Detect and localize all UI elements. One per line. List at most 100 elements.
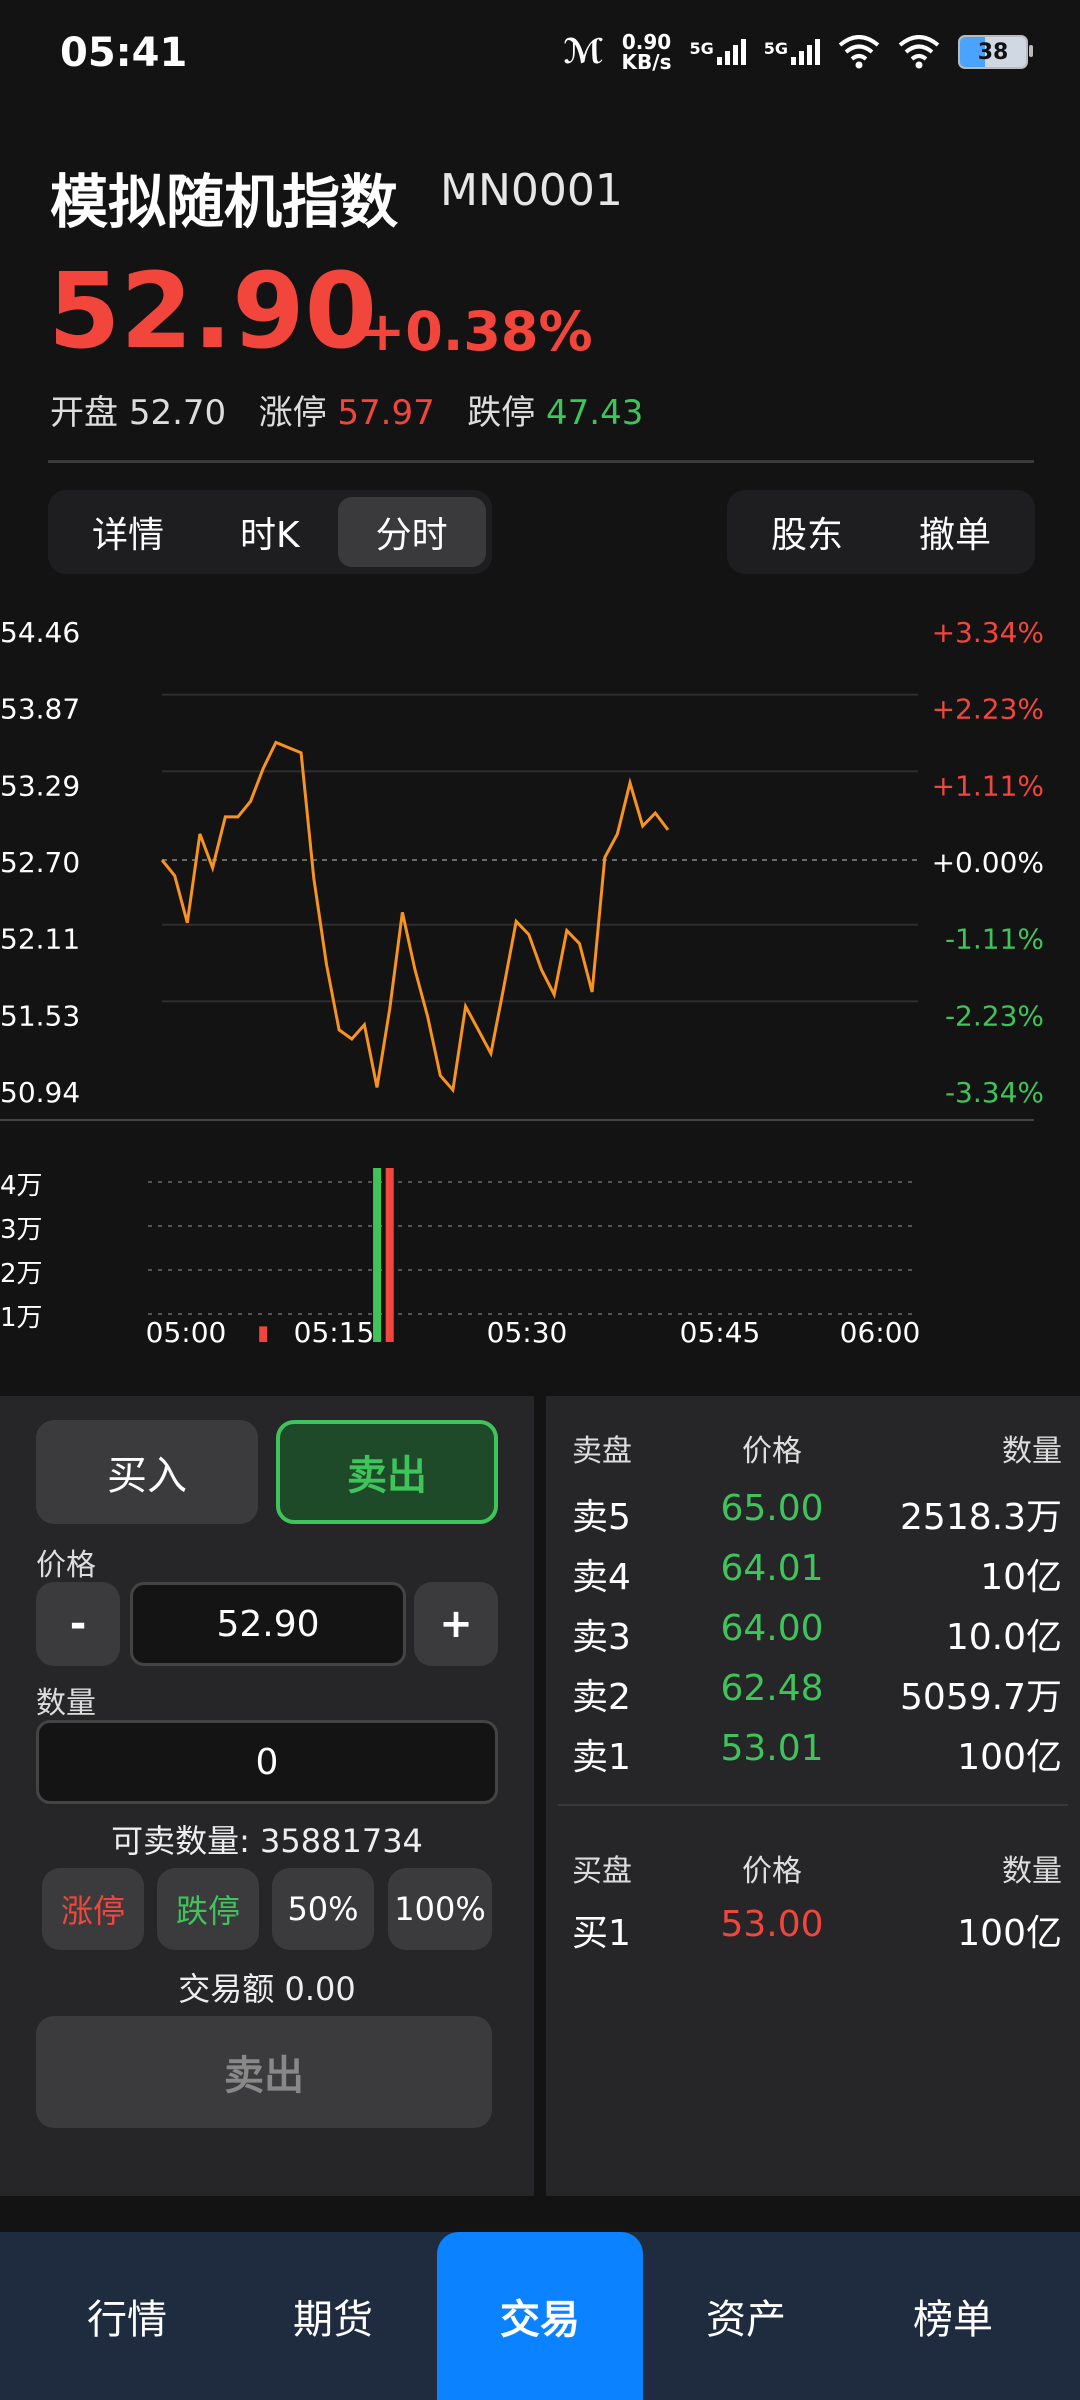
ask-label: 卖5 — [572, 1497, 631, 1538]
bid-price: 53.00 — [720, 1904, 824, 1945]
available-quantity: 可卖数量: 35881734 — [111, 1822, 423, 1860]
ask-row[interactable]: 卖1 53.01 100亿 — [572, 1728, 1062, 1788]
volume-bar — [385, 1168, 394, 1342]
time-axis-label: 05:45 — [680, 1316, 761, 1349]
trade-panel: 买入 卖出 价格 - 52.90 + 数量 0 可卖数量: 35881734 涨… — [0, 1396, 534, 2196]
change-percent: +0.38% — [360, 300, 593, 363]
volume-axis-label: 3万 — [0, 1215, 43, 1245]
ask-qty: 10亿 — [980, 1557, 1062, 1598]
instrument-code: MN0001 — [440, 165, 623, 216]
signal-icon: 5G — [689, 39, 746, 65]
open-value: 52.70 — [128, 393, 227, 433]
wifi-icon — [838, 35, 880, 69]
quick-limit-up-button[interactable]: 涨停 — [42, 1868, 144, 1950]
ask-row[interactable]: 卖2 62.48 5059.7万 — [572, 1668, 1062, 1728]
price-line — [160, 740, 670, 1094]
ask-price: 62.48 — [720, 1668, 824, 1709]
ask-label: 卖1 — [572, 1737, 631, 1778]
bid-row[interactable]: 买1 53.00 100亿 — [572, 1904, 1062, 1964]
ask-row[interactable]: 卖5 65.00 2518.3万 — [572, 1488, 1062, 1548]
ask-qty: 10.0亿 — [945, 1617, 1062, 1658]
nav-ranking[interactable]: 榜单 — [850, 2232, 1056, 2400]
quick-50-button[interactable]: 50% — [272, 1868, 374, 1950]
limit-up-value: 57.97 — [337, 393, 435, 433]
submit-sell-button[interactable]: 卖出 — [36, 2016, 492, 2128]
pct-axis-label: -2.23% — [945, 999, 1044, 1032]
battery-icon: 38 — [958, 35, 1033, 69]
price-axis-label: 50.94 — [0, 1076, 80, 1109]
volume-axis-label: 0.00 — [0, 1347, 58, 1350]
ask-row[interactable]: 卖3 64.00 10.0亿 — [572, 1608, 1062, 1668]
pct-axis-label: +0.00% — [932, 846, 1044, 879]
volume-axis-label: 4万 — [0, 1171, 43, 1201]
quantity-input[interactable]: 0 — [36, 1720, 498, 1804]
chart-tabs: 详情 时K 分时 — [48, 490, 492, 574]
app-logo-icon: ℳ — [563, 32, 604, 72]
tab-time-k[interactable]: 时K — [202, 497, 338, 567]
bid-label: 买1 — [572, 1913, 631, 1954]
ask-price: 64.00 — [720, 1608, 824, 1649]
limit-down-value: 47.43 — [546, 393, 644, 433]
trade-amount: 交易额 0.00 — [178, 1970, 356, 2008]
current-price: 52.90 — [48, 250, 377, 372]
status-bar: 05:41 ℳ 0.90 KB/s 5G 5G 38 — [0, 0, 1080, 110]
tab-intraday[interactable]: 分时 — [337, 497, 486, 567]
ask-qty: 100亿 — [957, 1737, 1062, 1778]
price-axis-label: 52.70 — [0, 846, 80, 879]
status-time: 05:41 — [60, 30, 188, 76]
ask-qty: 2518.3万 — [900, 1497, 1062, 1538]
price-increase-button[interactable]: + — [414, 1582, 498, 1666]
time-axis-label: 05:00 — [146, 1316, 227, 1349]
ask-label: 卖4 — [572, 1557, 631, 1598]
time-axis-label: 06:00 — [840, 1316, 921, 1349]
volume-axis-label: 2万 — [0, 1259, 43, 1289]
ask-price: 65.00 — [720, 1488, 824, 1529]
status-icons: ℳ 0.90 KB/s 5G 5G 38 — [563, 30, 1033, 74]
nav-trade[interactable]: 交易 — [437, 2232, 643, 2400]
price-axis-label: 53.87 — [0, 693, 80, 726]
tab-shareholders[interactable]: 股东 — [733, 497, 881, 567]
nav-futures[interactable]: 期货 — [230, 2232, 436, 2400]
pct-axis-label: +3.34% — [932, 616, 1044, 649]
net-speed: 0.90 KB/s — [621, 30, 672, 74]
time-axis-label: 05:30 — [487, 1316, 568, 1349]
orderbook-divider — [558, 1804, 1068, 1806]
pct-axis-label: -3.34% — [945, 1076, 1044, 1109]
price-meta: 开盘 52.70 涨停 57.97 跌停 47.43 — [50, 393, 644, 433]
nav-assets[interactable]: 资产 — [643, 2232, 849, 2400]
nav-market[interactable]: 行情 — [24, 2232, 230, 2400]
intraday-chart[interactable]: 54.46 +3.34% 53.87 +2.23% 53.29 +1.11% 52.70 +0… — [0, 590, 1080, 1350]
ask-row[interactable]: 卖4 64.01 10亿 — [572, 1548, 1062, 1608]
ask-price: 64.01 — [720, 1548, 824, 1589]
ask-label: 卖3 — [572, 1617, 631, 1658]
bid-qty: 100亿 — [957, 1913, 1062, 1954]
price-axis-label: 51.53 — [0, 999, 80, 1032]
ask-qty: 5059.7万 — [900, 1677, 1062, 1718]
tab-detail[interactable]: 详情 — [54, 497, 202, 567]
volume-axis-label: 1万 — [0, 1303, 43, 1333]
sell-tab-button[interactable]: 卖出 — [276, 1420, 498, 1524]
tab-cancel-order[interactable]: 撤单 — [881, 497, 1029, 567]
price-axis-label: 53.29 — [0, 769, 80, 802]
price-decrease-button[interactable]: - — [36, 1582, 120, 1666]
signal-icon-2: 5G — [764, 39, 820, 65]
ask-header: 卖盘 价格 数量 — [572, 1434, 1062, 1469]
order-book: 卖盘 价格 数量 卖5 65.00 2518.3万卖4 64.01 10亿卖3 64.00… — [546, 1396, 1080, 2196]
header-divider — [48, 460, 1034, 463]
bottom-nav: 行情 期货 交易 资产 榜单 — [0, 2232, 1080, 2400]
quick-limit-down-button[interactable]: 跌停 — [157, 1868, 259, 1950]
volume-bar — [259, 1326, 268, 1342]
quantity-label: 数量 — [36, 1686, 96, 1721]
price-label: 价格 — [36, 1548, 96, 1583]
buy-tab-button[interactable]: 买入 — [36, 1420, 258, 1524]
time-axis-label: 05:15 — [294, 1316, 375, 1349]
price-input[interactable]: 52.90 — [130, 1582, 406, 1666]
instrument-name: 模拟随机指数 — [50, 168, 399, 236]
pct-axis-label: +1.11% — [932, 769, 1044, 802]
pct-axis-label: -1.11% — [945, 923, 1044, 956]
wifi-icon-2 — [898, 35, 940, 69]
price-axis-label: 52.11 — [0, 923, 80, 956]
action-tabs: 股东 撤单 — [727, 490, 1036, 574]
quick-100-button[interactable]: 100% — [388, 1868, 492, 1950]
pct-axis-label: +2.23% — [932, 693, 1044, 726]
